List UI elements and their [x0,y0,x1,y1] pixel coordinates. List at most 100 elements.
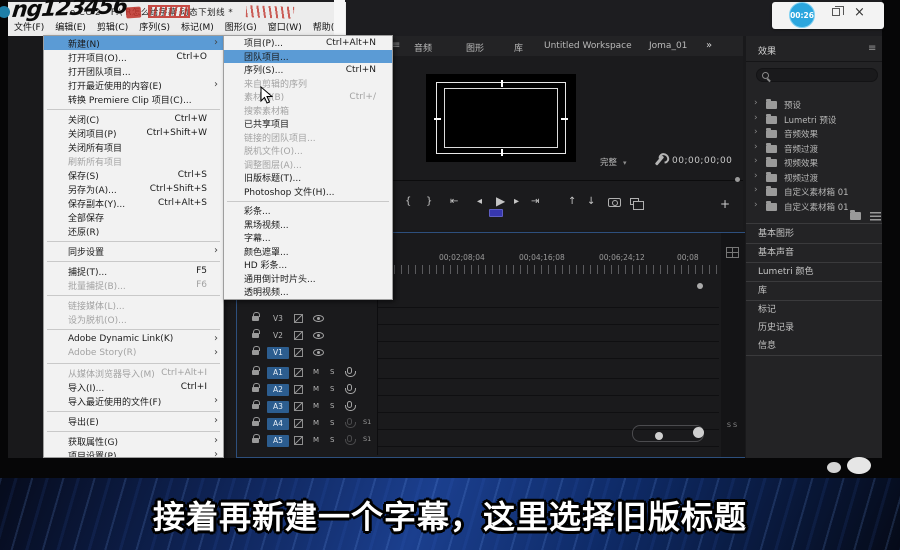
play-icon[interactable]: ▶ [496,194,505,208]
panel-tab[interactable]: 标记 [746,301,882,320]
lock-icon[interactable] [252,438,259,443]
new-submenu-item[interactable]: 字幕... [224,231,392,245]
lift-icon[interactable]: ↑ [568,196,576,207]
sync-lock-icon[interactable] [294,385,303,394]
expand-chevron-icon[interactable]: › [754,98,758,108]
effects-folder-row[interactable]: ›预设 [754,98,882,112]
new-submenu-item[interactable]: Photoshop 文件(H)... [224,185,392,199]
list-view-icon[interactable] [870,212,881,221]
panel-tab[interactable]: 历史记录 [746,319,882,338]
file-menu-item[interactable]: 新建(N)› [44,36,223,50]
file-menu-item[interactable]: 保存副本(Y)...Ctrl+Alt+S [44,196,223,210]
effects-folder-row[interactable]: ›音频过渡 [754,142,882,156]
step-back-icon[interactable]: ◂ [477,196,482,207]
solo-button[interactable]: S [330,436,334,444]
new-submenu-item[interactable]: 链接的团队项目... [224,131,392,145]
toggle-track-output-eye-icon[interactable] [313,349,324,356]
extract-icon[interactable]: ↓ [587,196,595,207]
new-submenu-item[interactable]: 透明视频... [224,285,392,299]
mute-button[interactable]: M [313,419,319,427]
panel-tab[interactable]: 信息 [746,337,882,356]
mark-in-icon[interactable]: { [405,196,411,207]
toggle-track-output-eye-icon[interactable] [313,332,324,339]
add-button[interactable]: + [720,197,730,211]
file-menu-item[interactable]: Adobe Dynamic Link(K)› [44,332,223,346]
mute-button[interactable]: M [313,368,319,376]
go-to-out-icon[interactable]: ⇥ [531,196,539,207]
lock-icon[interactable] [252,316,259,321]
voiceover-mic-icon[interactable] [347,435,352,442]
expand-chevron-icon[interactable]: › [754,127,758,137]
zoom-level-select[interactable]: 完整▾ [600,156,648,168]
new-submenu-item[interactable]: 素材箱(B)Ctrl+/ [224,90,392,104]
new-submenu-item[interactable]: 搜索素材箱 [224,104,392,118]
effects-folder-row[interactable]: ›视频效果 [754,156,882,170]
effects-folder-row[interactable]: ›视频过渡 [754,171,882,185]
track-height-grid-icon[interactable] [726,247,739,258]
effects-folder-row[interactable]: ›音频效果 [754,127,882,141]
effects-folder-row[interactable]: ›Lumetri 预设 [754,113,882,127]
new-submenu-item[interactable]: 来自剪辑的序列 [224,77,392,91]
menubar-item[interactable]: 图形(G) [225,20,257,35]
file-menu-item[interactable]: Adobe Story(R)› [44,346,223,360]
workspace-tab[interactable]: 音频 [414,41,432,54]
workspace-tab[interactable]: 图形 [466,41,484,54]
workspace-tab[interactable]: Untitled Workspace [544,41,632,51]
track-name[interactable]: A2 [267,384,289,396]
menubar-item[interactable]: 剪辑(C) [97,20,128,35]
file-menu-item[interactable]: 转换 Premiere Clip 项目(C)... [44,92,223,106]
mute-button[interactable]: M [313,385,319,393]
button-editor-icon[interactable] [630,198,639,205]
file-menu-item[interactable]: 保存(S)Ctrl+S [44,168,223,182]
file-menu-item[interactable]: 项目设置(P)› [44,448,223,458]
panel-tab[interactable]: 库 [746,282,882,301]
file-menu-item[interactable]: 导入(I)...Ctrl+I [44,380,223,394]
expand-chevron-icon[interactable]: › [754,156,758,166]
toggle-track-output-eye-icon[interactable] [313,315,324,322]
file-menu-item[interactable]: 关闭所有项目 [44,140,223,154]
sync-lock-icon[interactable] [294,402,303,411]
lock-icon[interactable] [252,387,259,392]
expand-chevron-icon[interactable]: › [754,113,758,123]
track-name[interactable]: V2 [267,330,289,342]
menubar-item[interactable]: 编辑(E) [55,20,86,35]
new-submenu-item[interactable]: HD 彩条... [224,258,392,272]
file-menu-item[interactable]: 打开项目(O)...Ctrl+O [44,50,223,64]
export-frame-camera-icon[interactable] [608,198,621,207]
new-submenu-item[interactable]: 旧版标题(T)... [224,171,392,185]
file-menu-item[interactable]: 刷新所有项目 [44,154,223,168]
file-menu-item[interactable]: 导出(E)› [44,414,223,428]
track-name[interactable]: A5 [267,435,289,447]
scrollbar-handle[interactable] [693,427,704,438]
track-name[interactable]: A4 [267,418,289,430]
file-menu-item[interactable]: 从媒体浏览器导入(M)Ctrl+Alt+I [44,366,223,380]
new-submenu-item[interactable]: 黑场视频... [224,218,392,232]
file-menu-item[interactable]: 获取属性(G)› [44,434,223,448]
new-submenu-item[interactable]: 已共享项目 [224,117,392,131]
new-submenu-item[interactable]: 彩条... [224,204,392,218]
file-menu-item[interactable]: 链接媒体(L)... [44,298,223,312]
menubar-item[interactable]: 序列(S) [139,20,170,35]
voiceover-mic-icon[interactable] [347,418,352,425]
workspace-tab[interactable]: Joma_01 [649,41,687,51]
sync-lock-icon[interactable] [294,331,303,340]
file-menu-item[interactable]: 打开最近使用的内容(E)› [44,78,223,92]
panel-resize-dot[interactable] [735,177,740,182]
solo-button[interactable]: S [330,419,334,427]
new-submenu-item[interactable]: 通用倒计时片头... [224,272,392,286]
sync-lock-icon[interactable] [294,348,303,357]
track-name[interactable]: V1 [267,347,289,359]
solo-button[interactable]: S [330,402,334,410]
workspace-menu-icon[interactable]: ≡ [392,40,400,51]
file-menu-item[interactable]: 设为脱机(O)... [44,312,223,326]
file-menu-item[interactable]: 全部保存 [44,210,223,224]
sync-lock-icon[interactable] [294,314,303,323]
expand-chevron-icon[interactable]: › [754,171,758,181]
scrollbar-handle[interactable] [697,283,703,289]
new-submenu-item[interactable]: 项目(P)...Ctrl+Alt+N [224,36,392,50]
go-to-in-icon[interactable]: ⇤ [450,196,458,207]
lock-icon[interactable] [252,370,259,375]
panel-tab[interactable]: Lumetri 颜色 [746,263,882,282]
panel-menu-icon[interactable]: ≡ [868,43,876,54]
workspace-tab[interactable]: 库 [514,41,523,54]
